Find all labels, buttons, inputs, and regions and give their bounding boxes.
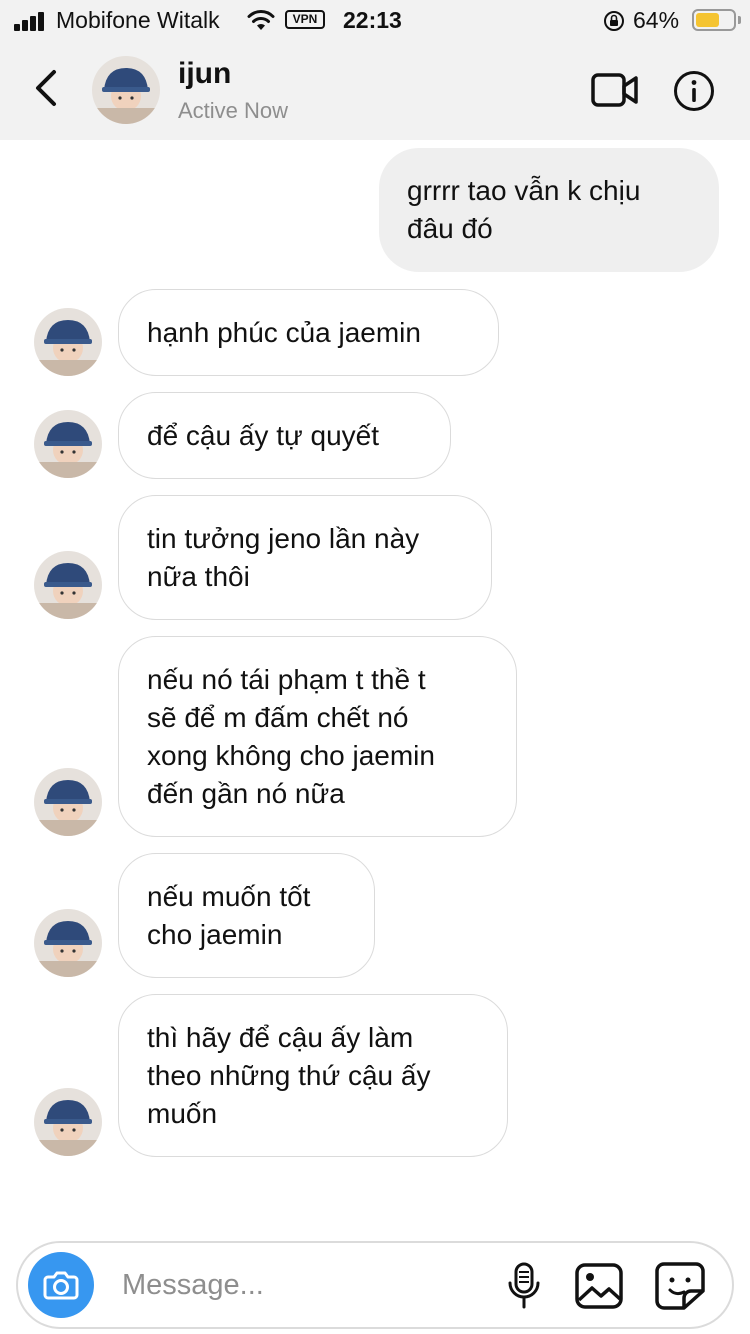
wifi-icon bbox=[247, 10, 275, 30]
message-bubble-incoming[interactable]: thì hãy để cậu ấy làm theo những thứ cậu… bbox=[118, 994, 508, 1157]
message-text: sẽ để m đấm chết nó bbox=[147, 701, 409, 733]
message-bubble-incoming[interactable]: tin tưởng jeno lần này nữa thôi bbox=[118, 495, 492, 620]
back-button[interactable] bbox=[28, 66, 64, 110]
message-text: nếu nó tái phạm t thề t bbox=[147, 663, 426, 695]
avatar[interactable] bbox=[92, 56, 160, 124]
message-text: tin tưởng jeno lần này bbox=[147, 522, 420, 554]
message-bubble-outgoing[interactable]: grrrr tao vẫn k chịu đâu đó bbox=[379, 148, 719, 272]
message-text: thì hãy để cậu ấy làm bbox=[147, 1021, 414, 1053]
message-text: đâu đó bbox=[407, 213, 493, 244]
battery-icon bbox=[692, 9, 736, 31]
chat-header: ijun Active Now bbox=[0, 40, 750, 140]
message-text: để cậu ấy tự quyết bbox=[147, 419, 379, 451]
avatar[interactable] bbox=[34, 410, 102, 478]
message-text: đến gần nó nữa bbox=[147, 777, 345, 809]
battery-percentage: 64% bbox=[633, 7, 680, 33]
camera-icon bbox=[43, 1271, 79, 1300]
avatar[interactable] bbox=[34, 308, 102, 376]
avatar-image bbox=[34, 551, 102, 619]
message-bubble-incoming[interactable]: để cậu ấy tự quyết bbox=[118, 392, 451, 479]
battery-tip bbox=[738, 16, 741, 24]
message-composer: Message... bbox=[16, 1241, 734, 1329]
avatar[interactable] bbox=[34, 909, 102, 977]
avatar[interactable] bbox=[34, 768, 102, 836]
message-text: cho jaemin bbox=[147, 918, 283, 950]
avatar[interactable] bbox=[34, 551, 102, 619]
avatar-image bbox=[34, 909, 102, 977]
avatar-image bbox=[34, 768, 102, 836]
message-text: muốn bbox=[147, 1097, 218, 1129]
message-text: nếu muốn tốt bbox=[147, 880, 311, 912]
message-text: xong không cho jaemin bbox=[147, 739, 435, 771]
avatar-image bbox=[92, 56, 160, 124]
orientation-lock-icon bbox=[604, 11, 624, 31]
microphone-icon[interactable] bbox=[504, 1261, 544, 1311]
video-camera-icon[interactable] bbox=[590, 70, 640, 110]
message-text: grrrr tao vẫn k chịu bbox=[407, 175, 641, 206]
info-icon[interactable] bbox=[672, 69, 716, 113]
carrier-name: Mobifone Witalk bbox=[56, 7, 220, 33]
gallery-icon[interactable] bbox=[574, 1262, 624, 1310]
battery-level bbox=[696, 13, 719, 27]
message-bubble-incoming[interactable]: nếu nó tái phạm t thề t sẽ để m đấm chết… bbox=[118, 636, 517, 837]
status-time: 22:13 bbox=[343, 7, 402, 33]
message-text: theo những thứ cậu ấy bbox=[147, 1059, 431, 1091]
avatar-image bbox=[34, 1088, 102, 1156]
message-text: hạnh phúc của jaemin bbox=[147, 316, 421, 348]
cellular-signal-icon bbox=[14, 11, 48, 31]
avatar[interactable] bbox=[34, 1088, 102, 1156]
message-input[interactable]: Message... bbox=[122, 1269, 264, 1302]
message-text: nữa thôi bbox=[147, 560, 250, 592]
message-bubble-incoming[interactable]: hạnh phúc của jaemin bbox=[118, 289, 499, 376]
avatar-image bbox=[34, 410, 102, 478]
camera-button[interactable] bbox=[28, 1252, 94, 1318]
vpn-badge: VPN bbox=[285, 10, 325, 29]
sticker-icon[interactable] bbox=[654, 1261, 706, 1311]
contact-name[interactable]: ijun bbox=[178, 57, 231, 91]
active-status: Active Now bbox=[178, 98, 289, 123]
message-bubble-incoming[interactable]: nếu muốn tốt cho jaemin bbox=[118, 853, 375, 978]
status-bar: Mobifone Witalk VPN 22:13 64% bbox=[0, 0, 750, 40]
avatar-image bbox=[34, 308, 102, 376]
